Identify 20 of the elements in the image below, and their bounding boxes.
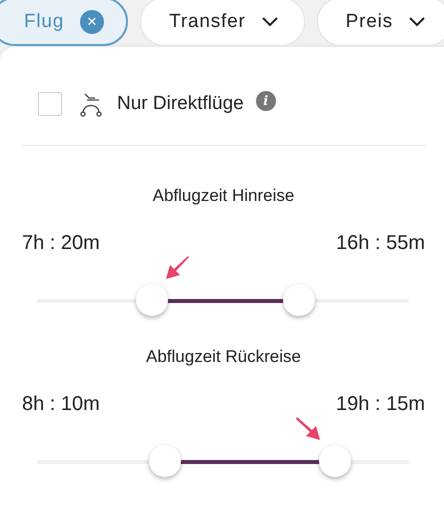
chevron-down-icon — [408, 16, 425, 26]
time-reading: 7h : 20m — [22, 232, 100, 255]
plane-route-icon — [79, 91, 103, 117]
filter-chip[interactable]: Preis — [316, 0, 444, 46]
time-reading: 8h : 10m — [22, 393, 100, 416]
slider-title: Abflugzeit Hinreise — [152, 186, 296, 206]
slider-thumb[interactable] — [318, 445, 351, 477]
slider-title: Abflugzeit Rückreise — [145, 347, 302, 367]
chevron-down-icon — [262, 16, 278, 26]
time-reading: 19h : 15m — [336, 393, 425, 416]
slider-thumb[interactable] — [148, 445, 181, 477]
filter-chip[interactable]: Transfer — [140, 0, 305, 46]
slider-thumb[interactable] — [136, 284, 168, 316]
direct-flights-label: Nur Direktflüge — [117, 93, 244, 115]
checkbox[interactable] — [38, 92, 62, 116]
info-icon[interactable]: i — [256, 91, 276, 111]
time-reading: 16h : 55m — [336, 232, 425, 255]
slider-thumb[interactable] — [283, 284, 316, 316]
filter-chip[interactable]: Flug ✕ — [0, 0, 128, 46]
close-icon[interactable]: ✕ — [80, 10, 104, 34]
